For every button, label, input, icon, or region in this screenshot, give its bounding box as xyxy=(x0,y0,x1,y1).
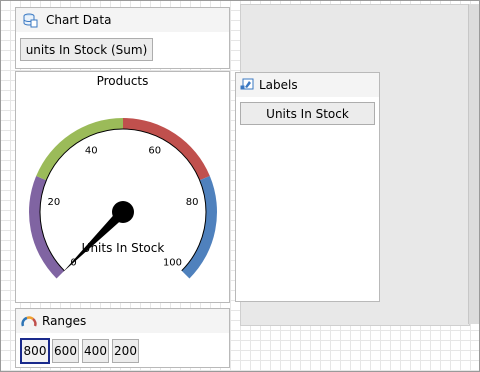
ranges-header: Ranges xyxy=(16,309,229,333)
range-button-600[interactable]: 600 xyxy=(52,339,79,363)
chart-data-title: Chart Data xyxy=(46,13,112,27)
ranges-panel: Ranges 800 600 400 200 xyxy=(15,308,230,368)
ranges-title: Ranges xyxy=(42,314,87,328)
gauge-tick-label-20: 20 xyxy=(47,197,60,208)
gauge-band-1 xyxy=(29,176,65,279)
labels-panel: Labels Units In Stock xyxy=(235,72,380,302)
gauge-tick-label-40: 40 xyxy=(85,146,98,157)
gauge-tick-label-80: 80 xyxy=(186,197,199,208)
range-button-200[interactable]: 200 xyxy=(112,339,139,363)
gauge-chart[interactable]: 02040 6080100Units In Stock xyxy=(16,72,229,302)
labels-title: Labels xyxy=(259,78,298,92)
gauge-needle-hub xyxy=(112,201,134,223)
gauge-tick-label-100: 100 xyxy=(163,257,182,268)
units-in-stock-label-button[interactable]: Units In Stock xyxy=(240,102,375,125)
vertical-scrollbar[interactable] xyxy=(468,4,479,324)
gauge-chart-panel: Products 0 20 40 60 80 100 Units In Stock xyxy=(15,71,230,303)
chart-data-panel: Chart Data units In Stock (Sum) xyxy=(15,7,230,69)
units-in-stock-sum-button[interactable]: units In Stock (Sum) xyxy=(20,38,153,61)
range-button-800[interactable]: 800 xyxy=(20,338,50,364)
database-icon xyxy=(23,13,38,28)
labels-header: Labels xyxy=(236,73,379,97)
gauge-band-3 xyxy=(123,118,210,181)
chart-data-header: Chart Data xyxy=(16,8,229,32)
label-icon xyxy=(240,78,254,90)
gauge-band-4 xyxy=(181,176,217,279)
gauge-icon xyxy=(21,316,37,327)
range-button-400[interactable]: 400 xyxy=(82,339,109,363)
gauge-tick-label-60: 60 xyxy=(148,146,161,157)
gauge-band-2 xyxy=(36,118,124,181)
